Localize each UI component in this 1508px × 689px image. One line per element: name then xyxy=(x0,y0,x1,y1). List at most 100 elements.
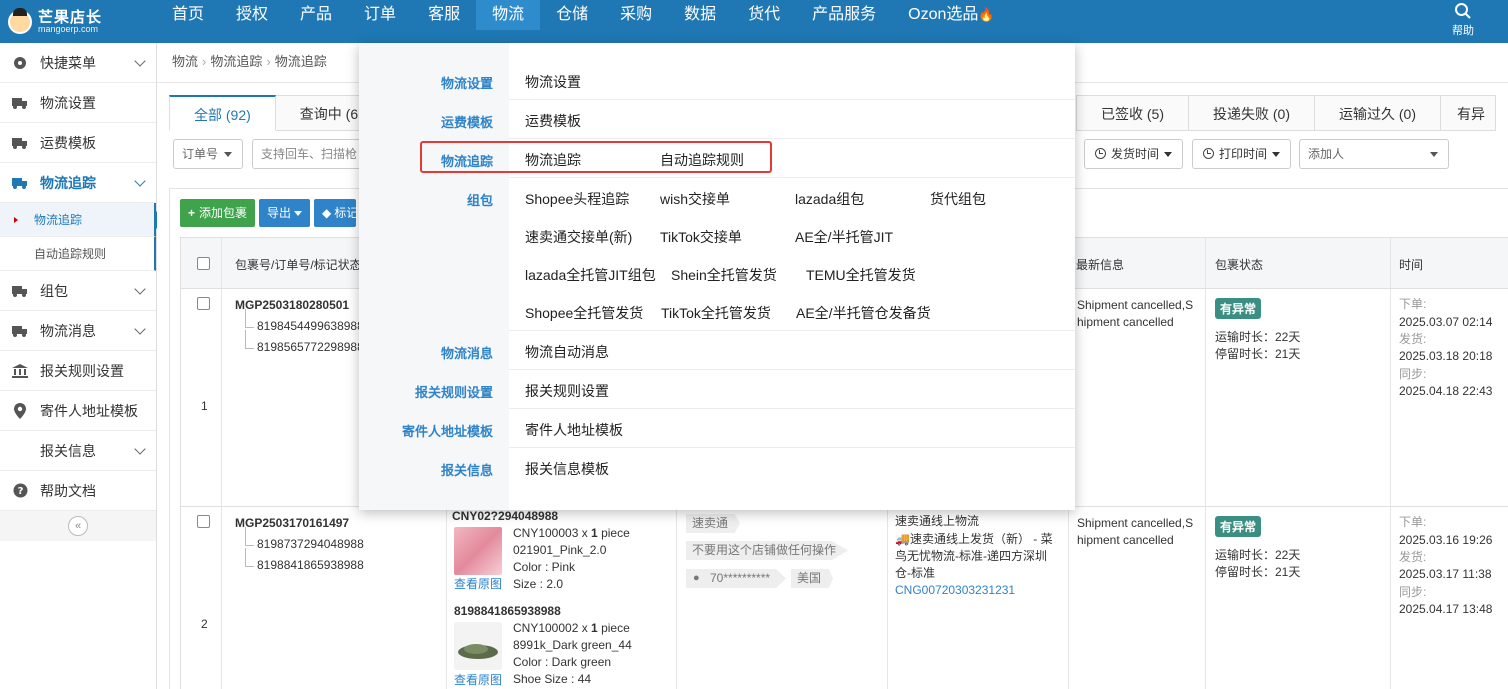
nav-product[interactable]: 产品 xyxy=(284,0,348,30)
menu-link-shopee-managed[interactable]: Shopee全托管发货 xyxy=(525,303,643,323)
sidebar-item-logistics-settings[interactable]: 物流设置 xyxy=(0,83,156,123)
menu-link-sender-address[interactable]: 寄件人地址模板 xyxy=(525,420,623,440)
stay-duration: 停留时长：21天 xyxy=(1215,347,1301,361)
export-button[interactable]: 导出 xyxy=(259,199,311,227)
header-package: 包裹号/订单号/标记状态 xyxy=(235,258,362,272)
nav-logistics[interactable]: 物流 xyxy=(476,0,541,30)
stay-duration: 停留时长：21天 xyxy=(1215,565,1301,579)
nav-home[interactable]: 首页 xyxy=(156,0,220,30)
nav-service[interactable]: 客服 xyxy=(412,0,476,30)
plus-icon: + xyxy=(188,206,196,220)
sidebar-subitem-auto-rules[interactable]: 自动追踪规则 xyxy=(0,237,156,271)
sidebar-item-quick-menu[interactable]: 快捷菜单 xyxy=(0,43,156,83)
help-button[interactable]: 帮助 xyxy=(1448,2,1478,38)
order-number[interactable]: 8198565772298988 xyxy=(245,330,364,354)
sidebar-item-tracking[interactable]: 物流追踪 xyxy=(0,163,156,203)
product-line: CNY100002 x 1 piece xyxy=(513,621,630,635)
menu-link-temu-managed[interactable]: TEMU全托管发货 xyxy=(806,265,916,285)
product-thumbnail[interactable] xyxy=(454,527,502,575)
menu-link-shopee-first-leg[interactable]: Shopee头程追踪 xyxy=(525,189,629,209)
row-checkbox[interactable] xyxy=(197,297,210,310)
sidebar-item-freight-template[interactable]: 运费模板 xyxy=(0,123,156,163)
breadcrumb-item[interactable]: 物流追踪 xyxy=(210,54,262,69)
nav-purchase[interactable]: 采购 xyxy=(604,0,668,30)
product-sku: 021901_Pink_2.0 xyxy=(513,543,607,557)
nav-auth[interactable]: 授权 xyxy=(220,0,284,30)
status-tabs-right: 已签收 (5) 投递失败 (0) 运输过久 (0) 有异 xyxy=(1076,95,1496,131)
product-line: CNY100003 x 1 piece xyxy=(513,526,630,540)
nav-forwarder[interactable]: 货代 xyxy=(732,0,796,30)
sidebar-item-customs-info[interactable]: 报关信息 xyxy=(0,431,156,471)
sidebar-item-label: 快捷菜单 xyxy=(40,54,96,71)
ship-time-button[interactable]: 发货时间 xyxy=(1084,139,1184,169)
status-badge: 有异常 xyxy=(1215,298,1262,319)
nav-product-service[interactable]: 产品服务 xyxy=(796,0,892,30)
product-order-number: CNY02?294048988 xyxy=(452,509,559,523)
menu-link-ae-jit[interactable]: AE全/半托管JIT xyxy=(795,227,893,247)
breadcrumb-item[interactable]: 物流 xyxy=(172,54,198,69)
menu-category-package-group[interactable]: 组包 xyxy=(467,190,493,209)
tab-transit-too-long[interactable]: 运输过久 (0) xyxy=(1315,95,1441,131)
platform-tag: 速卖通 xyxy=(686,514,741,533)
menu-link-logistics-settings[interactable]: 物流设置 xyxy=(525,72,581,92)
menu-category-freight-template[interactable]: 运费模板 xyxy=(441,112,493,131)
menu-link-auto-message[interactable]: 物流自动消息 xyxy=(525,342,609,362)
tab-all[interactable]: 全部 (92) xyxy=(169,95,276,131)
menu-category-sender-address[interactable]: 寄件人地址模板 xyxy=(402,421,493,440)
menu-link-lazada-group[interactable]: lazada组包 xyxy=(795,189,864,209)
order-number[interactable]: 8198841865938988 xyxy=(245,548,364,572)
caret-down-icon xyxy=(1164,152,1173,158)
chevron-down-icon xyxy=(134,323,146,335)
menu-link-aliexpress-handover[interactable]: 速卖通交接单(新) xyxy=(525,227,632,247)
menu-link-forwarder-group[interactable]: 货代组包 xyxy=(930,189,986,209)
tracking-number-link[interactable]: CNG00720303231231 xyxy=(895,583,1015,597)
nav-warehouse[interactable]: 仓储 xyxy=(540,0,604,30)
order-number[interactable]: 8198454499638988 xyxy=(245,309,364,333)
sidebar-item-package-group[interactable]: 组包 xyxy=(0,271,156,311)
menu-link-customs-info-template[interactable]: 报关信息模板 xyxy=(525,459,609,479)
menu-link-wish-handover[interactable]: wish交接单 xyxy=(660,189,730,209)
row-checkbox[interactable] xyxy=(197,515,210,528)
print-time-button[interactable]: 打印时间 xyxy=(1192,139,1292,169)
order-no-select[interactable]: 订单号 xyxy=(173,139,243,169)
product-thumbnail[interactable] xyxy=(454,622,502,670)
view-original-link[interactable]: 查看原图 xyxy=(454,671,502,688)
menu-category-logistics-settings[interactable]: 物流设置 xyxy=(441,73,493,92)
sidebar-subitem-tracking[interactable]: 物流追踪 xyxy=(0,203,164,237)
product-color: Color : Pink xyxy=(513,560,576,574)
sidebar-item-sender-address[interactable]: 寄件人地址模板 xyxy=(0,391,156,431)
mark-button[interactable]: ◆ 标记 xyxy=(314,199,357,227)
tab-delivery-failed[interactable]: 投递失败 (0) xyxy=(1189,95,1315,131)
menu-link-lazada-jit-group[interactable]: lazada全托管JIT组包 xyxy=(525,265,656,285)
menu-category-customs-info[interactable]: 报关信息 xyxy=(441,460,493,479)
order-number[interactable]: 8198737294048988 xyxy=(245,527,364,551)
sidebar-item-customs-rules[interactable]: 报关规则设置 xyxy=(0,351,156,391)
nav-order[interactable]: 订单 xyxy=(348,0,412,30)
nav-data[interactable]: 数据 xyxy=(668,0,732,30)
nav-ozon[interactable]: Ozon选品🔥 xyxy=(892,0,1010,30)
sidebar-item-logistics-message[interactable]: 物流消息 xyxy=(0,311,156,351)
truck-icon xyxy=(10,97,30,109)
select-all-checkbox[interactable] xyxy=(197,257,210,270)
menu-link-ae-warehouse-stock[interactable]: AE全/半托管仓发备货 xyxy=(796,303,931,323)
row-index: 1 xyxy=(201,399,208,413)
menu-link-customs-rules[interactable]: 报关规则设置 xyxy=(525,381,609,401)
header-latest: 最新信息 xyxy=(1076,258,1125,272)
menu-category-logistics-message[interactable]: 物流消息 xyxy=(441,343,493,362)
menu-link-freight-template[interactable]: 运费模板 xyxy=(525,111,581,131)
brand-logo[interactable]: 芒果店长 mangoerp.com xyxy=(0,0,156,43)
add-person-select[interactable]: 添加人 xyxy=(1299,139,1449,169)
add-package-button[interactable]: + 添加包裹 xyxy=(180,199,256,227)
tab-querying[interactable]: 查询中 (6 xyxy=(275,95,368,131)
view-original-link[interactable]: 查看原图 xyxy=(454,575,502,592)
sidebar-item-label: 运费模板 xyxy=(40,134,96,151)
collapse-icon[interactable]: « xyxy=(68,516,88,536)
menu-link-tiktok-managed[interactable]: TikTok全托管发货 xyxy=(661,303,771,323)
mango-logo-icon xyxy=(8,7,32,34)
tab-abnormal[interactable]: 有异 xyxy=(1441,95,1496,131)
sidebar-item-help-docs[interactable]: ? 帮助文档 xyxy=(0,471,156,511)
menu-category-customs-rules[interactable]: 报关规则设置 xyxy=(415,382,493,401)
menu-link-tiktok-handover[interactable]: TikTok交接单 xyxy=(660,227,742,247)
tab-signed[interactable]: 已签收 (5) xyxy=(1076,95,1189,131)
menu-link-shein-managed[interactable]: Shein全托管发货 xyxy=(671,265,777,285)
